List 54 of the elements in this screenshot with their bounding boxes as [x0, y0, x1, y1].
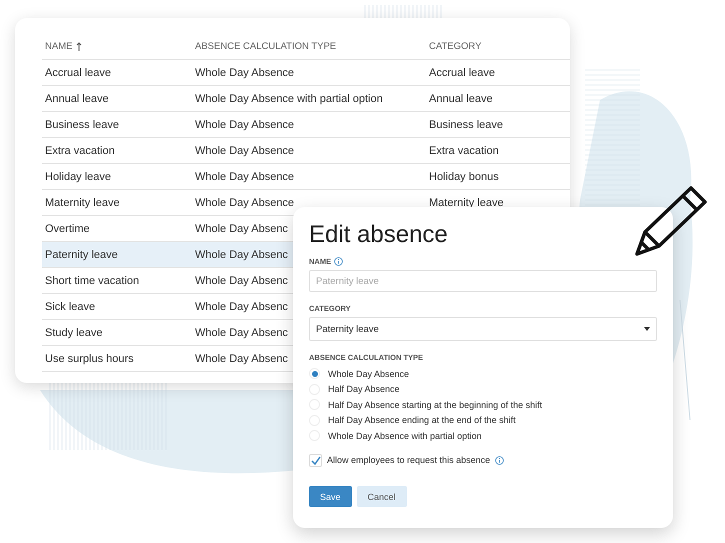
- table-cell: Whole Day Absenc: [195, 326, 288, 338]
- table-cell: Use surplus hours: [45, 352, 134, 364]
- save-button[interactable]: Save: [309, 486, 352, 507]
- radio-label: Whole Day Absence: [328, 368, 410, 379]
- table-cell: Whole Day Absence: [195, 196, 294, 208]
- radio-label: Half Day Absence: [328, 384, 400, 394]
- table-cell: Whole Day Absence: [195, 118, 294, 130]
- category-dropdown[interactable]: Paternity leave: [309, 317, 657, 341]
- name-field[interactable]: Paternity leave: [309, 270, 657, 292]
- table-cell: Whole Day Absenc: [195, 222, 288, 234]
- table-cell: Study leave: [45, 326, 102, 338]
- table-row[interactable]: Business leave Whole Day Absence Business leave: [42, 112, 570, 138]
- checkbox[interactable]: [309, 454, 322, 467]
- table-cell: Annual leave: [45, 92, 109, 104]
- table-cell: Overtime: [45, 222, 90, 234]
- radio-button[interactable]: [309, 368, 320, 380]
- table-cell: Annual leave: [429, 92, 493, 104]
- cancel-button[interactable]: Cancel: [356, 486, 407, 507]
- table-cell: Maternity leave: [429, 196, 504, 208]
- dialog-title: Edit absence: [309, 221, 449, 249]
- table-cell: Whole Day Absenc: [195, 248, 288, 260]
- table-cell: Short time vacation: [45, 274, 140, 286]
- table-cell: Extra vacation: [429, 144, 499, 156]
- table-cell: Whole Day Absenc: [195, 300, 288, 312]
- table-cell: Accrual leave: [45, 66, 112, 78]
- table-row[interactable]: Holiday leave Whole Day Absence Holiday bonus: [42, 164, 570, 190]
- radio-label: Half Day Absence starting at the beginning of the shift: [328, 400, 542, 410]
- info-icon: [334, 257, 344, 266]
- table-cell: Whole Day Absence: [195, 66, 294, 78]
- table-cell: Maternity leave: [45, 196, 120, 208]
- table-cell: Accrual leave: [429, 66, 496, 78]
- table-row[interactable]: Accrual leave Whole Day Absence Accrual leave: [42, 60, 570, 86]
- table-cell: Whole Day Absence: [195, 144, 294, 156]
- info-icon: [495, 456, 504, 465]
- table-cell: Sick leave: [45, 300, 96, 312]
- checkbox-label: Allow employees to request this absence: [327, 455, 490, 466]
- table-cell: Business leave: [429, 118, 503, 130]
- radio-label: Half Day Absence ending at the end of the shift: [328, 415, 516, 426]
- caret-icon: [644, 327, 650, 331]
- table-cell: Whole Day Absenc: [195, 352, 288, 364]
- table-cell: Holiday bonus: [429, 170, 499, 182]
- table-cell: Whole Day Absenc: [195, 274, 288, 286]
- table-row[interactable]: Extra vacation Whole Day Absence Extra vacation: [42, 138, 570, 164]
- column-header[interactable]: CATEGORY: [426, 41, 570, 52]
- column-header[interactable]: ABSENCE CALCULATION TYPE: [192, 41, 426, 52]
- table-row[interactable]: Annual leave Whole Day Absence with partial option Annual leave: [42, 86, 570, 112]
- radio-label: Whole Day Absence with partial option: [328, 430, 482, 441]
- table-cell: Whole Day Absence: [195, 170, 294, 182]
- column-header[interactable]: NAME: [42, 41, 192, 52]
- table-cell: Business leave: [45, 118, 119, 130]
- table-cell: Whole Day Absence with partial option: [195, 92, 383, 104]
- table-cell: Holiday leave: [45, 170, 112, 182]
- table-cell: Paternity leave: [45, 248, 118, 260]
- table-cell: Extra vacation: [45, 144, 115, 156]
